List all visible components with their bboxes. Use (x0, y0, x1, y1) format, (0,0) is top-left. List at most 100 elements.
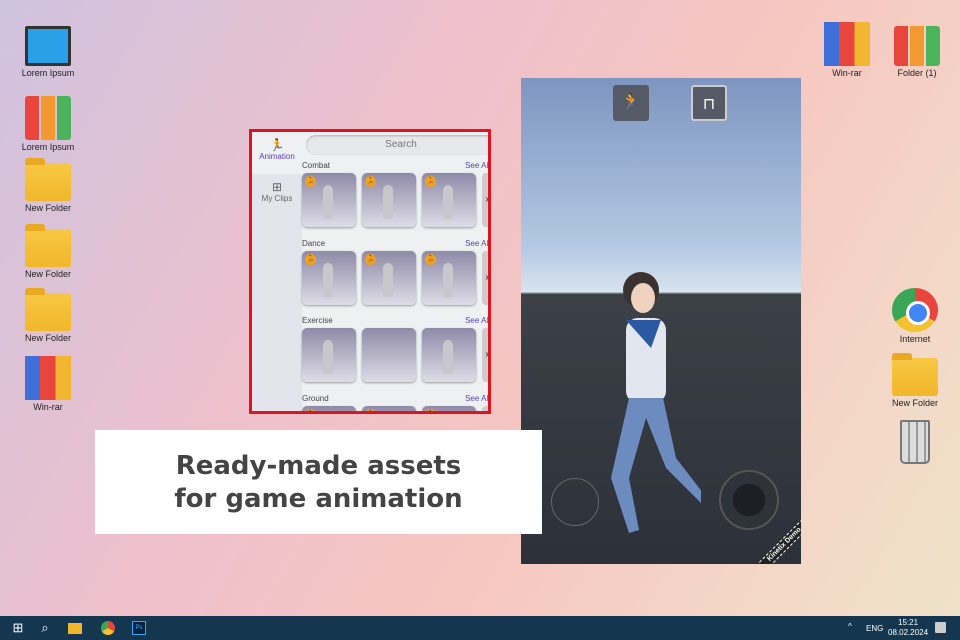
tray-chevron-icon[interactable]: ^ (848, 622, 852, 631)
animation-thumbnail[interactable]: 🏃 (362, 406, 416, 411)
tab-animation[interactable]: 🏃 Animation (252, 132, 302, 174)
tab-label: Animation (259, 152, 295, 161)
chrome-button[interactable] (99, 619, 117, 637)
see-all-link[interactable]: See All (465, 161, 488, 170)
folder-icon (25, 158, 71, 201)
icon-label: New Folder (24, 333, 71, 343)
chevron-right-icon[interactable]: › (482, 406, 488, 411)
desktop-icon-folder[interactable]: New Folder (880, 353, 950, 408)
joystick-left[interactable] (551, 478, 599, 526)
running-plus-icon: 🏃 (621, 94, 641, 111)
photoshop-icon: Ps (132, 621, 146, 635)
search-button[interactable]: ⌕ (36, 619, 54, 637)
desktop-icon-recycle-bin[interactable] (880, 420, 950, 466)
animation-thumbnail[interactable]: 🏃 (362, 251, 416, 305)
animation-thumbnail[interactable] (302, 328, 356, 382)
desktop-icon-folder[interactable]: New Folder (13, 158, 83, 213)
panel-sidebar: 🏃 Animation ⊞ My Clips (252, 132, 302, 411)
chevron-right-icon[interactable]: › (482, 251, 488, 305)
premium-badge-icon: 🏃 (305, 176, 316, 187)
tab-my-clips[interactable]: ⊞ My Clips (252, 174, 302, 216)
animation-thumbnail[interactable]: 🏃 (302, 173, 356, 227)
running-person-icon: 🏃 (269, 138, 285, 152)
folder-icon (68, 623, 82, 634)
watermark: Kinetix Demo (759, 519, 801, 564)
icon-label: New Folder (24, 269, 71, 279)
icon-label: New Folder (891, 398, 938, 408)
premium-badge-icon: 🏃 (365, 176, 376, 187)
category-title: Combat (302, 161, 331, 170)
category-exercise: Exercise See All › (302, 316, 488, 382)
desktop-icon-winrar[interactable]: Win-rar (13, 356, 83, 412)
tab-label: My Clips (261, 194, 293, 203)
animation-library-panel: 🏃 Animation ⊞ My Clips Search Combat See Al… (249, 129, 491, 414)
category-title: Dance (302, 239, 326, 248)
character-model (611, 272, 701, 533)
icon-label: Win-rar (33, 402, 63, 412)
language-indicator[interactable]: ENG (866, 624, 883, 633)
animation-thumbnail[interactable]: 🏃 (422, 173, 476, 227)
folder-icon (25, 288, 71, 331)
see-all-link[interactable]: See All (465, 239, 488, 248)
icon-label: Lorem Ipsum (21, 142, 75, 152)
desktop-icon-folder[interactable]: New Folder (13, 224, 83, 279)
desktop-icon-binders[interactable]: Lorem Ipsum (13, 96, 83, 152)
action-button[interactable] (719, 470, 779, 530)
clock[interactable]: 15:21 08.02.2024 (888, 618, 928, 638)
figure-preview (323, 340, 333, 374)
see-all-link[interactable]: See All (465, 316, 488, 325)
search-input[interactable]: Search (306, 135, 488, 155)
notification-icon[interactable] (935, 622, 946, 633)
animation-thumbnail[interactable]: 🏃 (362, 173, 416, 227)
premium-badge-icon: 🏃 (365, 254, 376, 265)
chrome-icon (892, 288, 938, 332)
caption-line-1: Ready-made assets (175, 451, 462, 481)
clock-date: 08.02.2024 (888, 628, 929, 637)
category-combat: Combat See All 🏃 🏃 🏃 › (302, 161, 488, 227)
desktop-icon-computer[interactable]: Lorem Ipsum (13, 26, 83, 78)
backpack-icon: ⊓ (702, 96, 716, 113)
photoshop-button[interactable]: Ps (130, 619, 148, 637)
category-dance: Dance See All 🏃 🏃 🏃 › (302, 239, 488, 305)
figure-preview (383, 185, 393, 219)
desktop-icon-internet[interactable]: Internet (880, 288, 950, 344)
figure-preview (383, 263, 393, 297)
desktop-icon-folder[interactable]: New Folder (13, 288, 83, 343)
animation-thumbnail[interactable] (422, 328, 476, 382)
figure-preview (443, 185, 453, 219)
desktop-icon-winrar[interactable]: Win-rar (812, 22, 882, 78)
folder-icon (25, 224, 71, 267)
trash-icon (900, 420, 930, 464)
figure-preview (323, 263, 333, 297)
animation-thumbnail[interactable] (362, 328, 416, 382)
windows-start-button[interactable]: ⊞ (9, 619, 27, 637)
add-animation-button[interactable]: 🏃 (613, 85, 649, 121)
chevron-right-icon[interactable]: › (482, 328, 488, 382)
animation-thumbnail[interactable]: 🏃 (422, 406, 476, 411)
taskbar: ⊞ ⌕ Ps ^ ENG 15:21 08.02.2024 (0, 616, 960, 640)
premium-badge-icon: 🏃 (425, 254, 436, 265)
category-title: Ground (302, 394, 329, 403)
caption-box: Ready-made assets for game animation (95, 430, 542, 534)
figure-preview (443, 263, 453, 297)
animation-thumbnail[interactable]: 🏃 (422, 251, 476, 305)
icon-label: Lorem Ipsum (21, 68, 75, 78)
winrar-icon (25, 356, 71, 400)
figure-preview (323, 185, 333, 219)
animation-thumbnail[interactable]: 🏃 (302, 406, 356, 411)
premium-badge-icon: 🏃 (425, 176, 436, 187)
file-explorer-button[interactable] (66, 619, 84, 637)
icon-label: Win-rar (832, 68, 862, 78)
caption-line-2: for game animation (174, 484, 463, 514)
desktop-icon-folder-1[interactable]: Folder (1) (882, 26, 952, 78)
chevron-right-icon[interactable]: › (482, 173, 488, 227)
category-ground: Ground See All 🏃 🏃 🏃 › (302, 394, 488, 411)
backpack-button[interactable]: ⊓ (691, 85, 727, 121)
computer-icon (25, 26, 71, 66)
icon-label: Internet (899, 334, 931, 344)
animation-thumbnail[interactable]: 🏃 (302, 251, 356, 305)
game-preview: 🏃 ⊓ Kinetix Demo (521, 78, 801, 564)
see-all-link[interactable]: See All (465, 394, 488, 403)
grid-icon: ⊞ (271, 180, 283, 194)
figure-preview (443, 340, 453, 374)
